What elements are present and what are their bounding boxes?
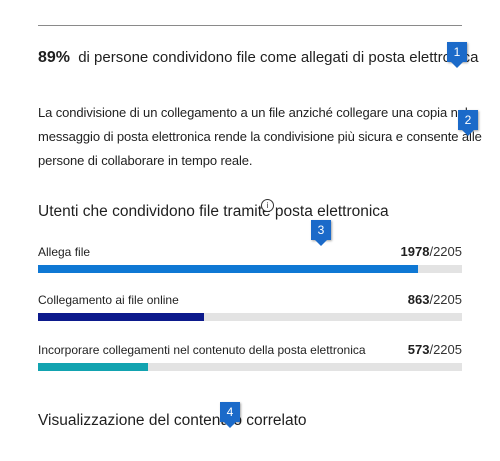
bar-total: /2205 <box>429 342 462 357</box>
bar-track <box>38 313 462 321</box>
bar-fill <box>38 313 204 321</box>
bar-count: 573/2205 <box>408 342 462 357</box>
callout-badge: 1 <box>447 42 467 62</box>
bar-fill <box>38 265 418 273</box>
section-title: Utenti che condividono file tramite post… <box>38 203 389 221</box>
description-line: La condivisione di un collegamento a un … <box>38 101 478 125</box>
stat-percent: 89% <box>38 49 70 66</box>
callout-badge: 2 <box>458 110 478 130</box>
description-line: persone di collaborare in tempo reale. <box>38 149 478 173</box>
bar-value: 1978 <box>401 244 430 259</box>
bar-count: 863/2205 <box>408 292 462 307</box>
top-divider <box>38 25 462 26</box>
bar-value: 863 <box>408 292 430 307</box>
bar-fill <box>38 363 148 371</box>
info-icon[interactable]: i <box>261 199 274 212</box>
bar-count: 1978/2205 <box>401 244 462 259</box>
bar-track <box>38 265 462 273</box>
related-content-link[interactable]: Visualizzazione del contenuto correlato <box>38 412 307 430</box>
callout-badge: 3 <box>311 220 331 240</box>
stat-text: di persone condividono file come allegat… <box>78 49 478 66</box>
bar-total: /2205 <box>429 244 462 259</box>
bar-value: 573 <box>408 342 430 357</box>
bar-track <box>38 363 462 371</box>
description-line: messaggio di posta elettronica rende la … <box>38 125 478 149</box>
bar-label: Allega file <box>38 245 90 259</box>
bar-label: Collegamento ai file online <box>38 293 179 307</box>
bar-total: /2205 <box>429 292 462 307</box>
stat-headline: 89% di persone condividono file come all… <box>38 49 478 67</box>
callout-badge: 4 <box>220 402 240 422</box>
bar-label: Incorporare collegamenti nel contenuto d… <box>38 343 366 357</box>
description-paragraph: La condivisione di un collegamento a un … <box>38 101 478 173</box>
